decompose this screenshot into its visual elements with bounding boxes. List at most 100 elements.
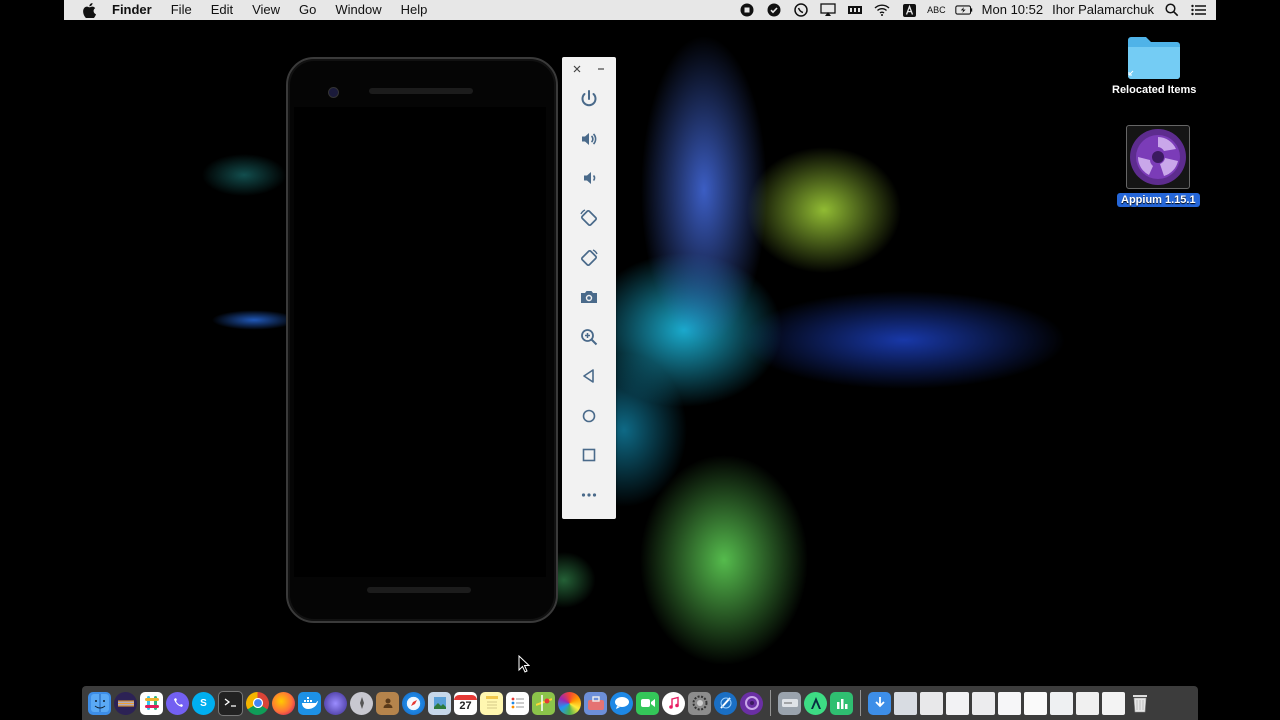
dock-chrome-icon[interactable] xyxy=(246,691,269,715)
dock-skype-icon[interactable]: S xyxy=(192,691,215,715)
desktop[interactable]: Finder File Edit View Go Window Help ABC… xyxy=(64,0,1216,720)
dock-calendar-icon[interactable]: 27 xyxy=(454,691,477,715)
zoom-in-icon xyxy=(581,329,598,346)
dock-window-thumbnail-icon[interactable] xyxy=(1076,691,1099,715)
volume-up-icon xyxy=(582,133,597,145)
dock-slack-icon[interactable] xyxy=(140,691,163,715)
power-icon xyxy=(581,90,597,107)
dock-firefox-icon[interactable] xyxy=(272,691,295,715)
dock-safari-icon[interactable] xyxy=(402,691,425,715)
airplay-icon[interactable] xyxy=(819,3,837,17)
zoom-button[interactable] xyxy=(575,323,603,351)
rotate-right-button[interactable] xyxy=(575,244,603,272)
bottom-speaker xyxy=(367,587,471,593)
dock-launchpad-icon[interactable] xyxy=(350,691,373,715)
front-camera xyxy=(328,87,339,98)
notification-center-icon[interactable] xyxy=(1190,3,1208,17)
dock-photos-icon[interactable] xyxy=(558,691,581,715)
dock-finder-icon[interactable] xyxy=(88,691,111,715)
minimize-icon[interactable] xyxy=(595,61,607,77)
menu-file[interactable]: File xyxy=(171,0,192,20)
menu-bar: Finder File Edit View Go Window Help ABC… xyxy=(64,0,1216,20)
dock-eclipse-icon[interactable] xyxy=(114,691,137,715)
close-icon[interactable] xyxy=(571,61,583,77)
menu-window[interactable]: Window xyxy=(335,0,381,20)
checkmark-badge-icon[interactable] xyxy=(765,3,783,17)
dock-window-thumbnail-icon[interactable] xyxy=(1050,691,1073,715)
volume-down-button[interactable] xyxy=(575,164,603,192)
menubar-user[interactable]: Ihor Palamarchuk xyxy=(1052,0,1154,20)
overview-button[interactable] xyxy=(575,441,603,469)
emulator-toolbar xyxy=(562,57,616,519)
dock-android-studio-icon[interactable] xyxy=(804,691,827,715)
dock-messages-icon[interactable] xyxy=(610,691,633,715)
volume-up-button[interactable] xyxy=(575,125,603,153)
dock-system-preferences-icon[interactable] xyxy=(688,691,711,715)
power-button[interactable] xyxy=(575,85,603,113)
screenshot-button[interactable] xyxy=(575,283,603,311)
menubar-clock[interactable]: Mon 10:52 xyxy=(982,0,1043,20)
input-source-icon[interactable] xyxy=(900,3,918,17)
record-stop-icon[interactable] xyxy=(738,3,756,17)
volume-down-icon xyxy=(584,172,596,184)
more-button[interactable] xyxy=(575,481,603,509)
android-emulator-device xyxy=(286,57,558,623)
dock-window-thumbnail-icon[interactable] xyxy=(1102,691,1125,715)
dock-siri-icon[interactable] xyxy=(324,691,347,715)
dock-terminal-icon[interactable] xyxy=(218,690,243,716)
dock-disk-utility-icon[interactable] xyxy=(778,691,801,715)
back-button[interactable] xyxy=(575,362,603,390)
spotlight-search-icon[interactable] xyxy=(1163,3,1181,17)
top-speaker xyxy=(369,88,473,94)
dock-separator xyxy=(860,690,861,716)
dock-window-thumbnail-icon[interactable] xyxy=(998,691,1021,715)
home-button[interactable] xyxy=(575,402,603,430)
dock-reminders-icon[interactable] xyxy=(506,691,529,715)
desktop-folder-relocated-items[interactable]: Relocated Items xyxy=(1112,34,1196,96)
dock-contacts-icon[interactable] xyxy=(376,691,399,715)
menu-go[interactable]: Go xyxy=(299,0,316,20)
dock-window-thumbnail-icon[interactable] xyxy=(920,691,943,715)
dock-window-thumbnail-icon[interactable] xyxy=(894,691,917,715)
home-circle-icon xyxy=(582,409,596,423)
dock-window-thumbnail-icon[interactable] xyxy=(946,691,969,715)
menu-view[interactable]: View xyxy=(252,0,280,20)
apple-menu-icon[interactable] xyxy=(82,2,96,18)
dock-toolbox-icon[interactable] xyxy=(584,691,607,715)
dock-itunes-icon[interactable] xyxy=(662,691,685,715)
dock-notes-icon[interactable] xyxy=(480,691,503,715)
dock-numbers-icon[interactable] xyxy=(830,691,853,715)
dock-calendar-day: 27 xyxy=(459,699,472,712)
camera-icon xyxy=(581,291,597,303)
dock-window-thumbnail-icon[interactable] xyxy=(1024,691,1047,715)
dock-separator xyxy=(770,690,771,716)
dock-window-thumbnail-icon[interactable] xyxy=(972,691,995,715)
viber-status-icon[interactable] xyxy=(792,3,810,17)
desktop-folder-label: Relocated Items xyxy=(1112,84,1197,96)
memory-chip-icon[interactable] xyxy=(846,3,864,17)
dock-trash-icon[interactable] xyxy=(1128,692,1151,715)
dock-docker-icon[interactable] xyxy=(298,691,321,715)
battery-charging-icon[interactable] xyxy=(954,3,973,17)
toolbar-window-controls xyxy=(562,61,616,77)
dock-downloads-folder-icon[interactable] xyxy=(868,691,891,715)
rotate-left-icon xyxy=(580,209,598,227)
wifi-icon[interactable] xyxy=(873,3,891,17)
app-menu-finder[interactable]: Finder xyxy=(112,0,152,20)
dock-facetime-icon[interactable] xyxy=(636,691,659,715)
dock-maps-icon[interactable] xyxy=(532,691,555,715)
dock-preview-icon[interactable] xyxy=(428,691,451,715)
folder-icon xyxy=(1128,37,1181,79)
menu-edit[interactable]: Edit xyxy=(211,0,233,20)
desktop-app-appium[interactable]: Appium 1.15.1 xyxy=(1117,125,1200,207)
menu-help[interactable]: Help xyxy=(401,0,428,20)
dock-viber-icon[interactable] xyxy=(166,691,189,715)
overview-square-icon xyxy=(582,448,596,462)
rotate-left-button[interactable] xyxy=(575,204,603,232)
screen: Finder File Edit View Go Window Help ABC… xyxy=(0,0,1280,720)
input-source-label[interactable]: ABC xyxy=(927,0,946,20)
dock-appium-icon[interactable] xyxy=(740,691,763,715)
appium-icon-frame xyxy=(1126,125,1191,189)
emulator-screen[interactable] xyxy=(294,107,546,577)
dock-xcode-icon[interactable] xyxy=(714,691,737,715)
